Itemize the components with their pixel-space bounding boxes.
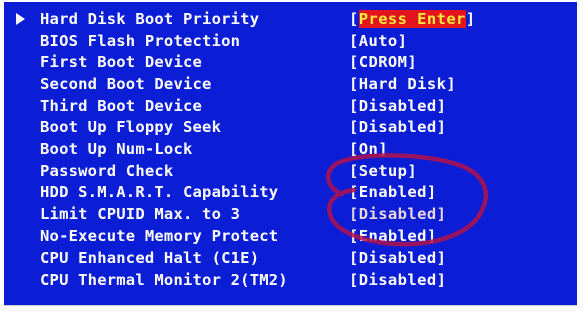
setting-label: Third Boot Device xyxy=(40,97,203,115)
bios-row-third-boot-device[interactable]: Third Boot Device [Disabled] xyxy=(4,96,577,116)
bracket-open: [ xyxy=(349,10,359,28)
bracket-open: [ xyxy=(349,53,359,71)
setting-value[interactable]: [Enabled] xyxy=(349,226,437,246)
bracket-open: [ xyxy=(349,249,359,267)
value-text: On xyxy=(358,140,379,158)
triangle-right-icon xyxy=(16,13,25,25)
bios-row-cpu-enhanced-halt[interactable]: CPU Enhanced Halt (C1E) [Disabled] xyxy=(4,248,577,268)
bracket-close: ] xyxy=(465,10,476,28)
bios-row-first-boot-device[interactable]: First Boot Device [CDROM] xyxy=(4,52,577,72)
setting-label: CPU Thermal Monitor 2(TM2) xyxy=(40,271,288,289)
value-text: Disabled xyxy=(358,97,437,115)
setting-value[interactable]: [Setup] xyxy=(349,161,417,181)
setting-label: CPU Enhanced Halt (C1E) xyxy=(40,249,260,267)
setting-label: Second Boot Device xyxy=(40,75,212,93)
bracket-close: ] xyxy=(407,53,418,71)
bracket-open: [ xyxy=(349,271,359,289)
bracket-open: [ xyxy=(349,205,359,223)
setting-value[interactable]: [On] xyxy=(349,139,388,159)
bracket-open: [ xyxy=(349,140,359,158)
value-text: Setup xyxy=(358,162,408,180)
value-text: Hard Disk xyxy=(358,75,447,93)
setting-label: Boot Up Floppy Seek xyxy=(40,118,222,136)
bios-row-limit-cpuid-max[interactable]: Limit CPUID Max. to 3 [Disabled] xyxy=(4,204,577,224)
bios-screen: Hard Disk Boot Priority [Press Enter] BI… xyxy=(4,2,577,306)
bios-row-boot-up-floppy-seek[interactable]: Boot Up Floppy Seek [Disabled] xyxy=(4,117,577,137)
bracket-open: [ xyxy=(349,75,359,93)
bracket-close: ] xyxy=(426,227,437,245)
setting-value[interactable]: [Hard Disk] xyxy=(349,74,456,94)
bracket-close: ] xyxy=(436,249,447,267)
bracket-close: ] xyxy=(397,32,408,50)
frame-border xyxy=(4,305,577,306)
bios-row-cpu-thermal-monitor-2[interactable]: CPU Thermal Monitor 2(TM2) [Disabled] xyxy=(4,270,577,290)
value-text: Enabled xyxy=(358,227,427,245)
value-text: Auto xyxy=(358,32,398,50)
value-text: CDROM xyxy=(358,53,408,71)
bios-row-second-boot-device[interactable]: Second Boot Device [Hard Disk] xyxy=(4,74,577,94)
bios-row-bios-flash-protection[interactable]: BIOS Flash Protection [Auto] xyxy=(4,31,577,51)
setting-value[interactable]: [Disabled] xyxy=(349,270,446,290)
press-enter-value[interactable]: Press Enter xyxy=(358,10,466,28)
setting-value[interactable]: [Disabled] xyxy=(349,248,446,268)
bracket-close: ] xyxy=(426,183,437,201)
bios-row-hdd-smart-capability[interactable]: HDD S.M.A.R.T. Capability [Enabled] xyxy=(4,182,577,202)
value-text: Enabled xyxy=(358,183,427,201)
value-text: Disabled xyxy=(358,205,437,223)
setting-label: First Boot Device xyxy=(40,53,203,71)
setting-value[interactable]: [Press Enter] xyxy=(349,9,476,29)
bracket-close: ] xyxy=(436,97,447,115)
bracket-open: [ xyxy=(349,32,359,50)
bios-row-hard-disk-boot-priority[interactable]: Hard Disk Boot Priority [Press Enter] xyxy=(4,9,577,29)
setting-label: Hard Disk Boot Priority xyxy=(40,10,260,28)
bracket-close: ] xyxy=(436,118,447,136)
bracket-open: [ xyxy=(349,118,359,136)
bracket-close: ] xyxy=(378,140,388,158)
bios-row-boot-up-num-lock[interactable]: Boot Up Num-Lock [On] xyxy=(4,139,577,159)
setting-label: HDD S.M.A.R.T. Capability xyxy=(40,183,279,201)
bracket-close: ] xyxy=(446,75,457,93)
setting-value[interactable]: [Auto] xyxy=(349,31,407,51)
setting-value[interactable]: [Enabled] xyxy=(349,182,437,202)
value-text: Disabled xyxy=(358,271,437,289)
setting-value[interactable]: [CDROM] xyxy=(349,52,417,72)
setting-value[interactable]: [Disabled] xyxy=(349,96,446,116)
bracket-open: [ xyxy=(349,183,359,201)
setting-label: Password Check xyxy=(40,162,174,180)
bios-row-password-check[interactable]: Password Check [Setup] xyxy=(4,161,577,181)
setting-label: Boot Up Num-Lock xyxy=(40,140,193,158)
setting-value[interactable]: [Disabled] xyxy=(349,117,446,137)
bracket-close: ] xyxy=(436,205,447,223)
bracket-close: ] xyxy=(407,162,418,180)
setting-label: Limit CPUID Max. to 3 xyxy=(40,205,241,223)
bracket-open: [ xyxy=(349,227,359,245)
bracket-open: [ xyxy=(349,162,359,180)
bracket-open: [ xyxy=(349,97,359,115)
value-text: Disabled xyxy=(358,249,437,267)
setting-label: No-Execute Memory Protect xyxy=(40,227,279,245)
setting-value[interactable]: [Disabled] xyxy=(349,204,446,224)
bracket-close: ] xyxy=(436,271,447,289)
setting-label: BIOS Flash Protection xyxy=(40,32,241,50)
bios-row-no-execute-memory-protect[interactable]: No-Execute Memory Protect [Enabled] xyxy=(4,226,577,246)
value-text: Disabled xyxy=(358,118,437,136)
